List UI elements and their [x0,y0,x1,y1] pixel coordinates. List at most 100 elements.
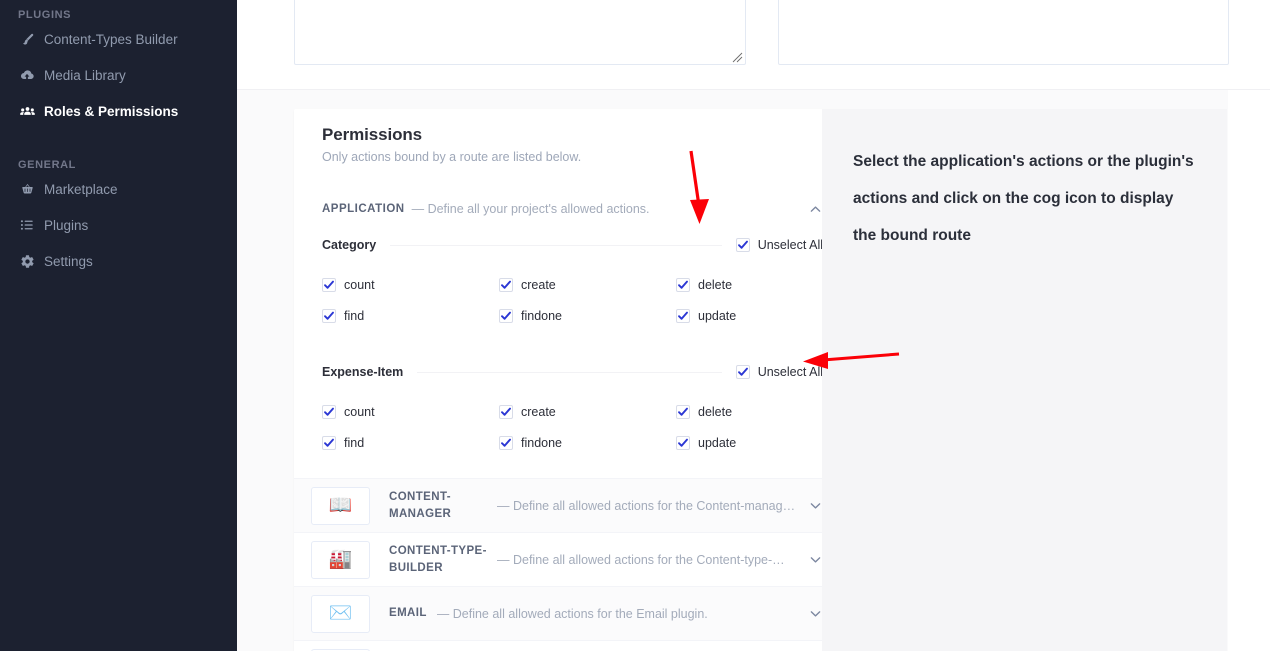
plugin-row-content-manager[interactable]: 📖 CONTENT-MANAGER — Define all allowed a… [294,479,851,533]
checkbox[interactable] [676,278,690,292]
plugin-name: CONTENT-MANAGER [389,490,452,520]
permission-group-expense-item: Expense-Item Unselect All count create d… [294,359,851,474]
chevron-down-icon[interactable] [807,500,823,511]
group-name: Expense-Item [322,365,404,379]
checkbox[interactable] [676,436,690,450]
sidebar-item-marketplace[interactable]: Marketplace [0,171,237,207]
sidebar-item-label: Roles & Permissions [44,103,179,119]
action-label: count [344,278,375,292]
role-form-strip [237,0,1270,90]
permission-group-category: Category Unselect All count create delet… [294,232,851,347]
checkbox[interactable] [676,405,690,419]
gear-icon [16,254,38,269]
shopping-basket-icon [16,182,38,197]
users-group-icon [16,103,38,120]
checkbox-unselect-all[interactable] [735,365,750,379]
action-label: create [521,278,556,292]
plugin-row-email[interactable]: ✉️ EMAIL — Define all allowed actions fo… [294,587,851,641]
expense-item-actions-grid: count create delete find findone update [322,401,823,474]
sidebar-item-label: Marketplace [44,181,118,197]
checkbox[interactable] [322,436,336,450]
action-category-count[interactable]: count [322,274,499,296]
sidebar-item-label: Settings [44,253,93,269]
plugin-name: EMAIL [389,607,427,619]
group-header: Expense-Item Unselect All [322,359,823,385]
action-category-findone[interactable]: findone [499,305,676,327]
checkbox[interactable] [322,405,336,419]
category-actions-grid: count create delete find findone update [322,274,823,347]
plugin-description: — Define all allowed actions for the Con… [497,498,797,513]
chevron-up-icon[interactable] [807,201,823,217]
resize-handle-icon[interactable] [731,51,743,63]
chevron-down-icon[interactable] [807,608,823,619]
checkbox[interactable] [322,278,336,292]
action-label: find [344,436,365,450]
sidebar-item-label: Media Library [44,67,126,83]
action-expense-item-delete[interactable]: delete [676,401,823,423]
action-expense-item-find[interactable]: find [322,432,499,454]
unselect-all-category[interactable]: Unselect All [735,238,823,252]
action-label: delete [698,278,733,292]
sidebar-section-title-plugins: PLUGINS [18,9,72,21]
permissions-header: Permissions Only actions bound by a rout… [294,109,851,164]
plugin-permission-list: 📖 CONTENT-MANAGER — Define all allowed a… [294,478,851,651]
paintbrush-icon [16,32,38,47]
sidebar-item-roles-and-permissions[interactable]: Roles & Permissions [0,93,237,129]
action-category-delete[interactable]: delete [676,274,823,296]
sidebar-item-settings[interactable]: Settings [0,243,237,279]
unselect-all-label: Unselect All [757,365,823,379]
page-title: Permissions [322,125,423,144]
action-category-update[interactable]: update [676,305,823,327]
cloud-upload-icon [16,67,38,83]
divider [390,244,722,246]
permissions-subtitle: Only actions bound by a route are listed… [322,150,582,164]
group-header: Category Unselect All [322,232,823,258]
action-label: create [521,405,556,419]
action-label: update [698,436,737,450]
right-gutter [1228,0,1270,651]
chevron-down-icon[interactable] [807,554,823,565]
app-root: PLUGINS Content-Types Builder Media Libr… [0,0,1270,651]
main-content: Permissions Only actions bound by a rout… [237,0,1270,651]
plugin-row-content-type-builder[interactable]: 🏭 CONTENT-TYPE-BUILDER — Define all allo… [294,533,851,587]
sidebar-section-title-general: GENERAL [18,159,76,171]
action-label: delete [698,405,733,419]
action-label: count [344,405,375,419]
info-panel-text: Select the application's actions or the … [853,153,1194,244]
checkbox[interactable] [499,405,513,419]
open-book-emoji-icon: 📖 [311,486,370,525]
sidebar-item-media-library[interactable]: Media Library [0,57,237,93]
checkbox[interactable] [322,309,336,323]
checkbox[interactable] [499,309,513,323]
action-expense-item-create[interactable]: create [499,401,676,423]
divider [417,371,722,373]
info-panel: Select the application's actions or the … [822,109,1227,651]
checkbox-unselect-all[interactable] [735,238,750,252]
role-extra-field[interactable] [778,0,1229,65]
checkbox[interactable] [676,309,690,323]
action-expense-item-findone[interactable]: findone [499,432,676,454]
factory-emoji-icon: 🏭 [311,540,370,579]
action-category-create[interactable]: create [499,274,676,296]
permissions-card: Permissions Only actions bound by a rout… [294,109,851,651]
action-category-find[interactable]: find [322,305,499,327]
plugin-description: — Define all allowed actions for the Ema… [436,606,708,621]
plugin-row-partial[interactable] [294,641,851,651]
role-description-textarea[interactable] [294,0,746,65]
application-section-header[interactable]: APPLICATION — Define all your project's … [294,198,851,220]
action-expense-item-update[interactable]: update [676,432,823,454]
checkbox[interactable] [499,436,513,450]
plugin-name: CONTENT-TYPE-BUILDER [389,544,487,574]
sidebar-item-label: Content-Types Builder [44,31,178,47]
unselect-all-expense-item[interactable]: Unselect All [735,365,823,379]
sidebar-item-label: Plugins [44,217,89,233]
action-label: update [698,309,737,323]
list-icon [16,217,38,233]
application-description: — Define all your project's allowed acti… [411,202,650,216]
action-expense-item-count[interactable]: count [322,401,499,423]
sidebar-item-plugins[interactable]: Plugins [0,207,237,243]
checkbox[interactable] [499,278,513,292]
plugin-description: — Define all allowed actions for the Con… [497,552,785,567]
sidebar-item-content-types-builder[interactable]: Content-Types Builder [0,21,237,57]
action-label: findone [521,436,563,450]
